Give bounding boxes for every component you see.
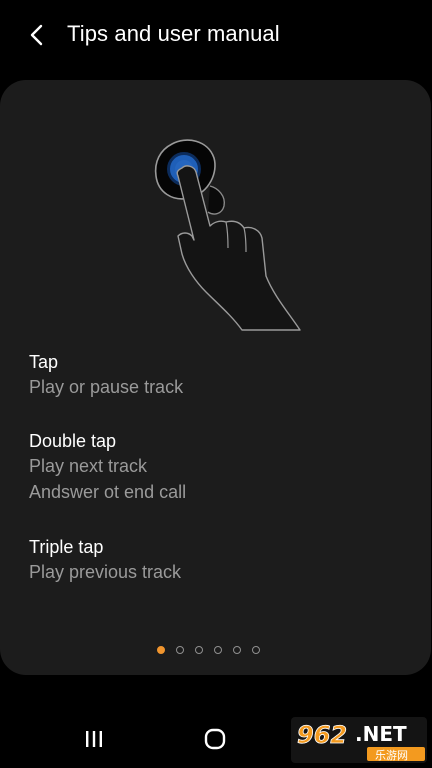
tips-card[interactable]: Tap Play or pause track Double tap Play … [0,80,431,675]
tip-double-tap: Double tap Play next track Andswer ot en… [29,429,186,505]
home-icon[interactable] [203,728,227,750]
tip-description: Play or pause track [29,377,184,397]
page-dot[interactable] [252,646,260,654]
back-button[interactable] [20,18,54,52]
tip-title: Double tap [29,431,117,451]
page-title: Tips and user manual [67,21,280,46]
tip-description: Andswer ot end call [29,482,187,502]
svg-text:.NET: .NET [355,722,407,746]
tip-title: Triple tap [29,537,104,557]
page-dot-active[interactable] [157,646,165,654]
page-dot[interactable] [176,646,184,654]
tip-tap: Tap Play or pause track [29,350,183,400]
page-dot[interactable] [233,646,241,654]
chevron-left-icon [30,24,43,46]
tip-description: Play previous track [29,562,182,582]
tip-triple-tap: Triple tap Play previous track [29,535,181,585]
svg-text:962: 962 [297,721,347,749]
watermark-logo: 962 .NET 乐游网 [291,717,427,763]
earbud-tap-illustration [154,139,301,331]
page-dot[interactable] [195,646,203,654]
svg-text:乐游网: 乐游网 [375,749,408,762]
page-dot[interactable] [214,646,222,654]
tip-title: Tap [29,352,59,372]
recent-apps-icon[interactable] [82,729,106,749]
tip-description: Play next track [29,456,148,476]
page-indicator [157,646,260,654]
app-header: Tips and user manual [0,0,432,68]
